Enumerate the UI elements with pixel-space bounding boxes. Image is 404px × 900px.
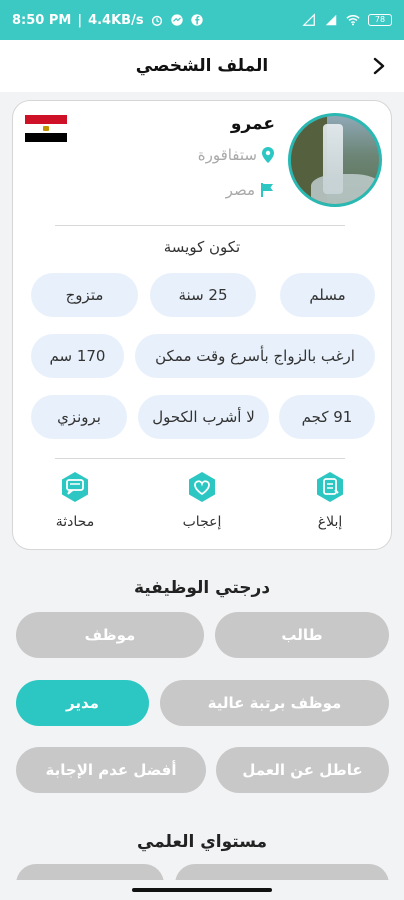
app-header: الملف الشخصي <box>0 40 404 92</box>
education-section-title: مستواي العلمي <box>136 832 268 852</box>
signal-x-icon <box>302 13 315 26</box>
chevron-right-icon <box>373 57 385 75</box>
messenger-icon <box>170 14 183 26</box>
status-left: 8:50 PM | 4.4KB/s <box>12 13 204 28</box>
like-label: إعجاب <box>182 514 222 530</box>
chat-icon <box>62 472 88 502</box>
battery-level: 78 <box>374 15 386 24</box>
facebook-icon <box>190 14 203 26</box>
egypt-flag-icon <box>25 115 67 142</box>
chip-marital-status: متزوج <box>31 273 138 317</box>
chip-religion: مسلم <box>280 273 375 317</box>
user-city: ستفاقورة <box>197 146 257 164</box>
avatar[interactable] <box>288 113 382 207</box>
chat-button[interactable]: محادثة <box>35 470 115 530</box>
chip-height: 170 سم <box>31 334 124 378</box>
chip-age: 25 سنة <box>150 273 256 317</box>
divider <box>55 458 345 459</box>
report-icon <box>317 472 343 502</box>
battery-icon: 78 <box>368 14 392 26</box>
chip-skin-tone: برونزي <box>31 395 127 439</box>
status-network-speed: 4.4KB/s <box>88 12 144 28</box>
country-row: مصر <box>226 181 275 199</box>
status-right: 78 <box>302 13 392 27</box>
job-option-senior-employee[interactable]: موظف برتبة عالية <box>160 680 389 726</box>
location-pin-icon <box>262 147 274 163</box>
job-option-manager[interactable]: مدير <box>16 680 149 726</box>
job-option-prefer-not-answer[interactable]: أفضل عدم الإجابة <box>16 747 206 793</box>
chip-weight: 91 كجم <box>279 395 375 439</box>
status-separator: | <box>77 12 83 28</box>
job-option-employee[interactable]: موظف <box>16 612 204 658</box>
divider <box>55 225 345 226</box>
avatar-image-mist <box>311 174 379 204</box>
job-section-title: درجتي الوظيفية <box>133 578 271 598</box>
wifi-icon <box>346 15 360 26</box>
job-option-unemployed[interactable]: عاطل عن العمل <box>216 747 389 793</box>
user-country: مصر <box>225 181 255 199</box>
status-time: 8:50 PM <box>12 12 72 28</box>
alarm-icon <box>151 15 162 26</box>
like-button[interactable]: إعجاب <box>162 470 242 530</box>
chip-marriage-intent: ارغب بالزواج بأسرع وقت ممكن <box>135 334 375 378</box>
status-bar: 8:50 PM | 4.4KB/s 78 <box>0 0 404 40</box>
about-text: تكون كويسة <box>163 238 241 256</box>
page-title: الملف الشخصي <box>135 56 269 76</box>
city-row: ستفاقورة <box>198 146 275 164</box>
heart-icon <box>189 472 215 502</box>
flag-icon <box>261 183 273 197</box>
gesture-nav-handle[interactable] <box>132 888 272 892</box>
job-option-student[interactable]: طالب <box>215 612 389 658</box>
signal-icon <box>325 14 337 26</box>
chat-label: محادثة <box>55 514 95 530</box>
user-name: عمرو <box>230 114 275 134</box>
back-button[interactable] <box>368 54 390 78</box>
report-label: إبلاغ <box>317 514 343 530</box>
chip-alcohol: لا أشرب الكحول <box>138 395 269 439</box>
report-button[interactable]: إبلاغ <box>290 470 370 530</box>
